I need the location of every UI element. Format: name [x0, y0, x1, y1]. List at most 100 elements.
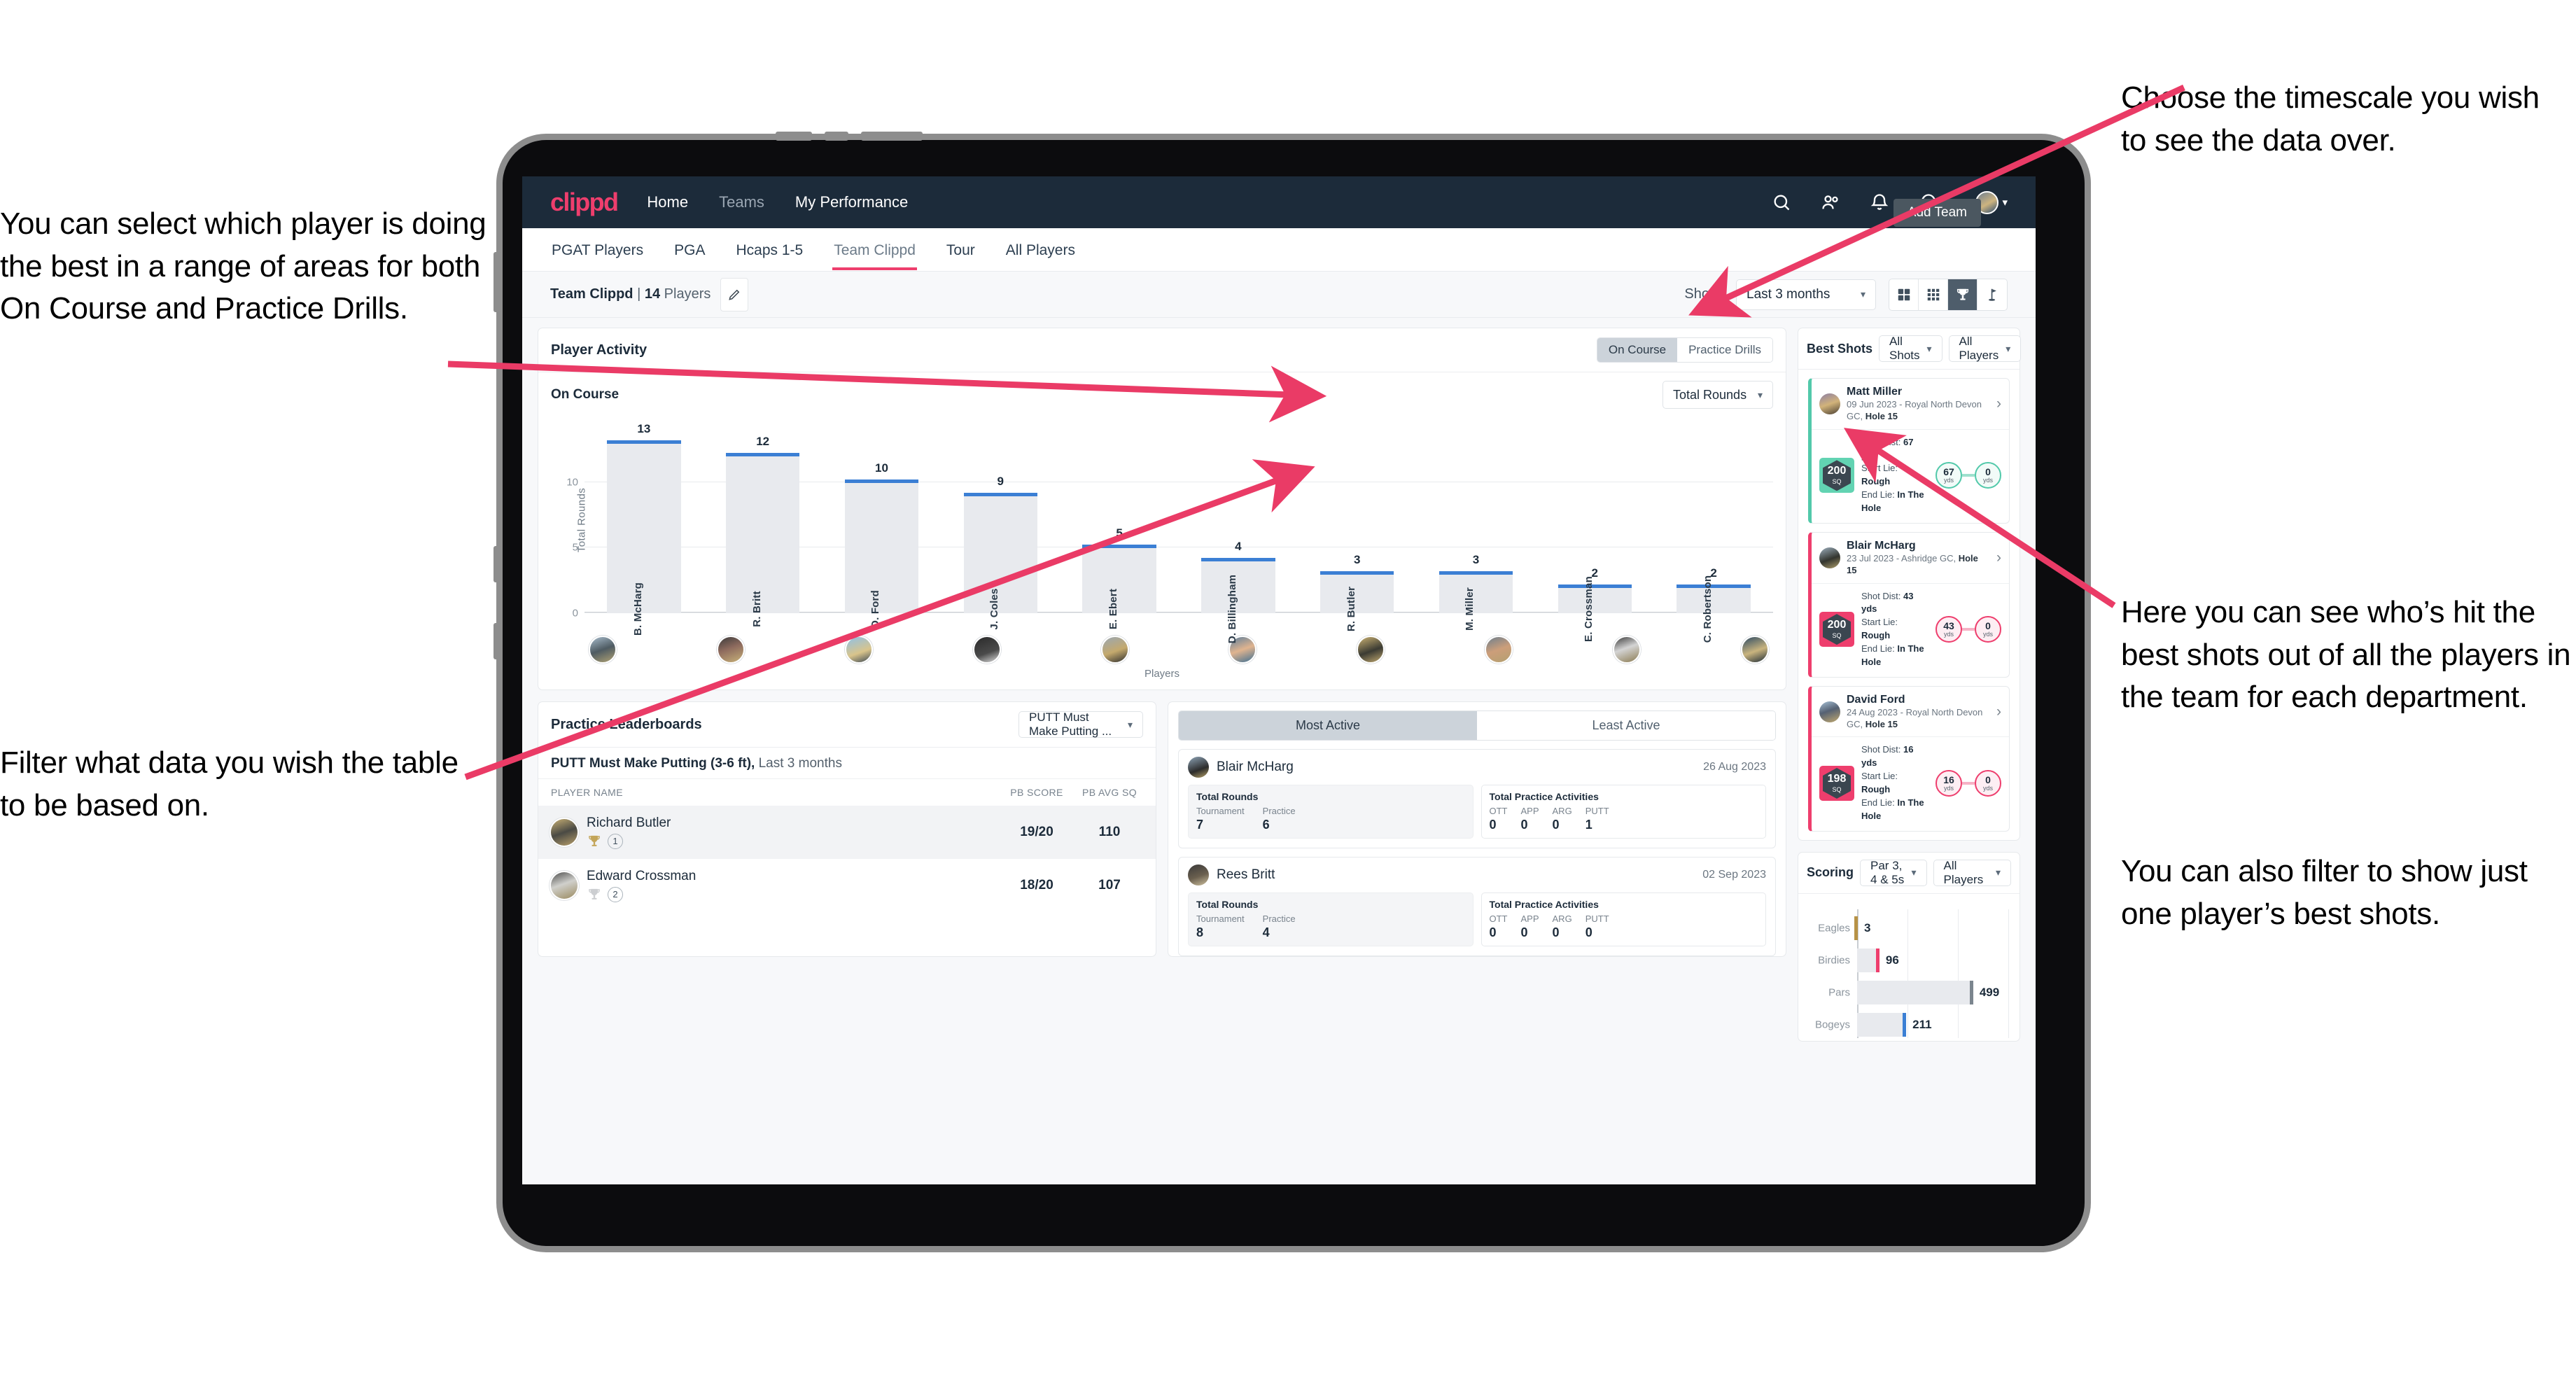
view-grid-large-button[interactable]: [1889, 279, 1919, 310]
chart-bar[interactable]: 2 C. Robertson: [1676, 566, 1751, 643]
chart-bar[interactable]: 4 D. Billingham: [1201, 540, 1275, 643]
practice-value-app: 0: [1520, 818, 1528, 832]
activity-player-card[interactable]: Rees Britt 02 Sep 2023 Total Rounds Tour…: [1178, 857, 1776, 956]
practice-value-ott: 0: [1489, 925, 1497, 939]
chart-bar[interactable]: 3 R. Butler: [1320, 553, 1394, 631]
practice-value-putt: 1: [1585, 818, 1592, 832]
best-shot-card[interactable]: David Ford 24 Aug 2023 - Royal North Dev…: [1808, 685, 2010, 832]
segment-on-course[interactable]: On Course: [1597, 338, 1678, 362]
chevron-right-icon[interactable]: ›: [1996, 396, 2001, 412]
chart-bar[interactable]: 3 M. Miller: [1438, 553, 1513, 631]
bell-icon[interactable]: [1869, 192, 1890, 213]
chevron-right-icon[interactable]: ›: [1996, 704, 2001, 720]
tab-tour[interactable]: Tour: [945, 230, 976, 270]
people-icon[interactable]: [1820, 192, 1841, 213]
drill-select[interactable]: PUTT Must Make Putting ... ▾: [1018, 710, 1143, 738]
scoring-bar[interactable]: [1857, 1012, 1907, 1037]
avatar: [1819, 701, 1840, 722]
chart-bar[interactable]: 9 J. Coles: [963, 475, 1037, 630]
view-trophy-button[interactable]: [1948, 279, 1977, 310]
pb-score-value: 18/20: [1020, 878, 1054, 892]
best-shots-header: Best Shots All Shots ▾ All Players ▾: [1798, 328, 2022, 370]
tab-pga[interactable]: PGA: [673, 230, 706, 270]
tab-all-players[interactable]: All Players: [1004, 230, 1077, 270]
chart-player-avatar[interactable]: [1740, 636, 1769, 664]
shot-quality-badge: 198 SQ: [1819, 766, 1854, 801]
metric-select[interactable]: Total Rounds ▾: [1662, 381, 1773, 409]
device-button-top-2: [825, 132, 848, 141]
scoring-bar[interactable]: [1857, 980, 1973, 1004]
shot-quality-value: 200: [1827, 619, 1847, 631]
scoring-player-filter-select[interactable]: All Players ▾: [1933, 859, 2011, 886]
timescale-select[interactable]: Last 3 months ▾: [1736, 279, 1876, 310]
avatar: [1819, 547, 1840, 568]
chart-player-avatar[interactable]: [844, 636, 873, 664]
view-flag-button[interactable]: [1977, 279, 2007, 310]
par-filter-select[interactable]: Par 3, 4 & 5s ▾: [1860, 859, 1927, 886]
activity-tabs: Most Active Least Active: [1178, 710, 1776, 741]
search-icon[interactable]: [1771, 192, 1792, 213]
tab-least-active[interactable]: Least Active: [1477, 711, 1775, 740]
shot-end-unit: yds: [1982, 785, 1993, 792]
chart-bar-cap: [1676, 584, 1751, 588]
chart-player-avatar[interactable]: [1100, 636, 1129, 664]
best-shot-card[interactable]: Blair McHarg 23 Jul 2023 - Ashridge GC, …: [1808, 531, 2010, 678]
scoring-gridline: [2008, 909, 2009, 1038]
chart-bar[interactable]: 2 E. Crossman: [1558, 566, 1632, 642]
chart-bar[interactable]: 12 R. Britt: [726, 435, 800, 627]
best-shot-player-name: David Ford: [1847, 693, 1905, 706]
scoring-category-label: Eagles: [1818, 922, 1850, 934]
chevron-right-icon[interactable]: ›: [1996, 550, 2001, 566]
chart-bar-value: 12: [756, 435, 770, 449]
best-shot-hole: Hole 15: [1865, 718, 1898, 729]
team-label: Team Clippd | 14 Players: [550, 286, 710, 302]
player-filter-value: All Players: [1959, 335, 1999, 362]
shot-distance-diagram: 43 yds 0 yds: [1935, 616, 2001, 643]
shot-end-distance: 0 yds: [1975, 616, 2001, 643]
practice-key-arg: ARG: [1552, 806, 1572, 816]
nav-link-my-performance[interactable]: My Performance: [795, 193, 908, 211]
device-button-top-3: [861, 132, 923, 141]
table-row[interactable]: Richard Butler 1 19/20 110: [538, 806, 1156, 859]
segment-practice-drills[interactable]: Practice Drills: [1677, 338, 1772, 362]
nav-link-home[interactable]: Home: [647, 193, 688, 211]
scoring-title: Scoring: [1807, 865, 1854, 880]
tab-hcaps-1-5[interactable]: Hcaps 1-5: [734, 230, 804, 270]
activity-player-card[interactable]: Blair McHarg 26 Aug 2023 Total Rounds To…: [1178, 749, 1776, 848]
chart-bar[interactable]: 10 D. Ford: [844, 461, 919, 628]
practice-leaderboards-title: Practice Leaderboards: [551, 716, 702, 732]
best-shot-card[interactable]: Matt Miller 09 Jun 2023 - Royal North De…: [1808, 378, 2010, 524]
chart-player-avatar[interactable]: [1485, 636, 1513, 664]
clippd-logo[interactable]: clippd: [550, 188, 619, 217]
nav-link-teams[interactable]: Teams: [719, 193, 764, 211]
scoring-header: Scoring Par 3, 4 & 5s ▾ All Players ▾: [1798, 853, 2019, 894]
tab-pgat-players[interactable]: PGAT Players: [550, 230, 645, 270]
shot-filter-select[interactable]: All Shots ▾: [1879, 335, 1942, 362]
edit-team-button[interactable]: [720, 277, 749, 312]
tab-most-active[interactable]: Most Active: [1179, 711, 1477, 740]
chart-bar[interactable]: 5 E. Ebert: [1082, 526, 1156, 629]
chart-bar[interactable]: 13 B. McHarg: [607, 422, 681, 636]
shot-end-unit: yds: [1982, 631, 1993, 638]
chart-player-avatar[interactable]: [972, 636, 1001, 664]
shot-quality-unit: SQ: [1832, 632, 1842, 640]
view-grid-small-button[interactable]: [1919, 279, 1948, 310]
table-row[interactable]: Edward Crossman 2 18/20 107: [538, 859, 1156, 912]
section-tabs: PGAT Players PGA Hcaps 1-5 Team Clippd T…: [522, 199, 2036, 272]
timescale-value: Last 3 months: [1746, 286, 1830, 302]
chart-player-avatar[interactable]: [716, 636, 745, 664]
player-filter-select[interactable]: All Players ▾: [1948, 335, 2022, 362]
rounds-key-tournament: Tournament: [1196, 913, 1245, 924]
chart-bar-cap: [844, 479, 919, 483]
tab-team-clippd[interactable]: Team Clippd: [832, 230, 917, 270]
chevron-down-icon: ▾: [2005, 342, 2011, 354]
chart-y-tick: 0: [572, 607, 578, 620]
shot-end-value: 0: [1985, 466, 1991, 478]
chart-player-avatar[interactable]: [1357, 636, 1385, 664]
start-lie-label: Start Lie:: [1861, 617, 1898, 628]
right-column: Best Shots All Shots ▾ All Players ▾ Mat…: [1798, 328, 2022, 1042]
chart-bar-cap: [607, 440, 681, 444]
chart-player-avatar[interactable]: [1613, 636, 1641, 664]
chart-player-avatar[interactable]: [589, 636, 617, 664]
total-rounds-title: Total Rounds: [1196, 791, 1259, 802]
